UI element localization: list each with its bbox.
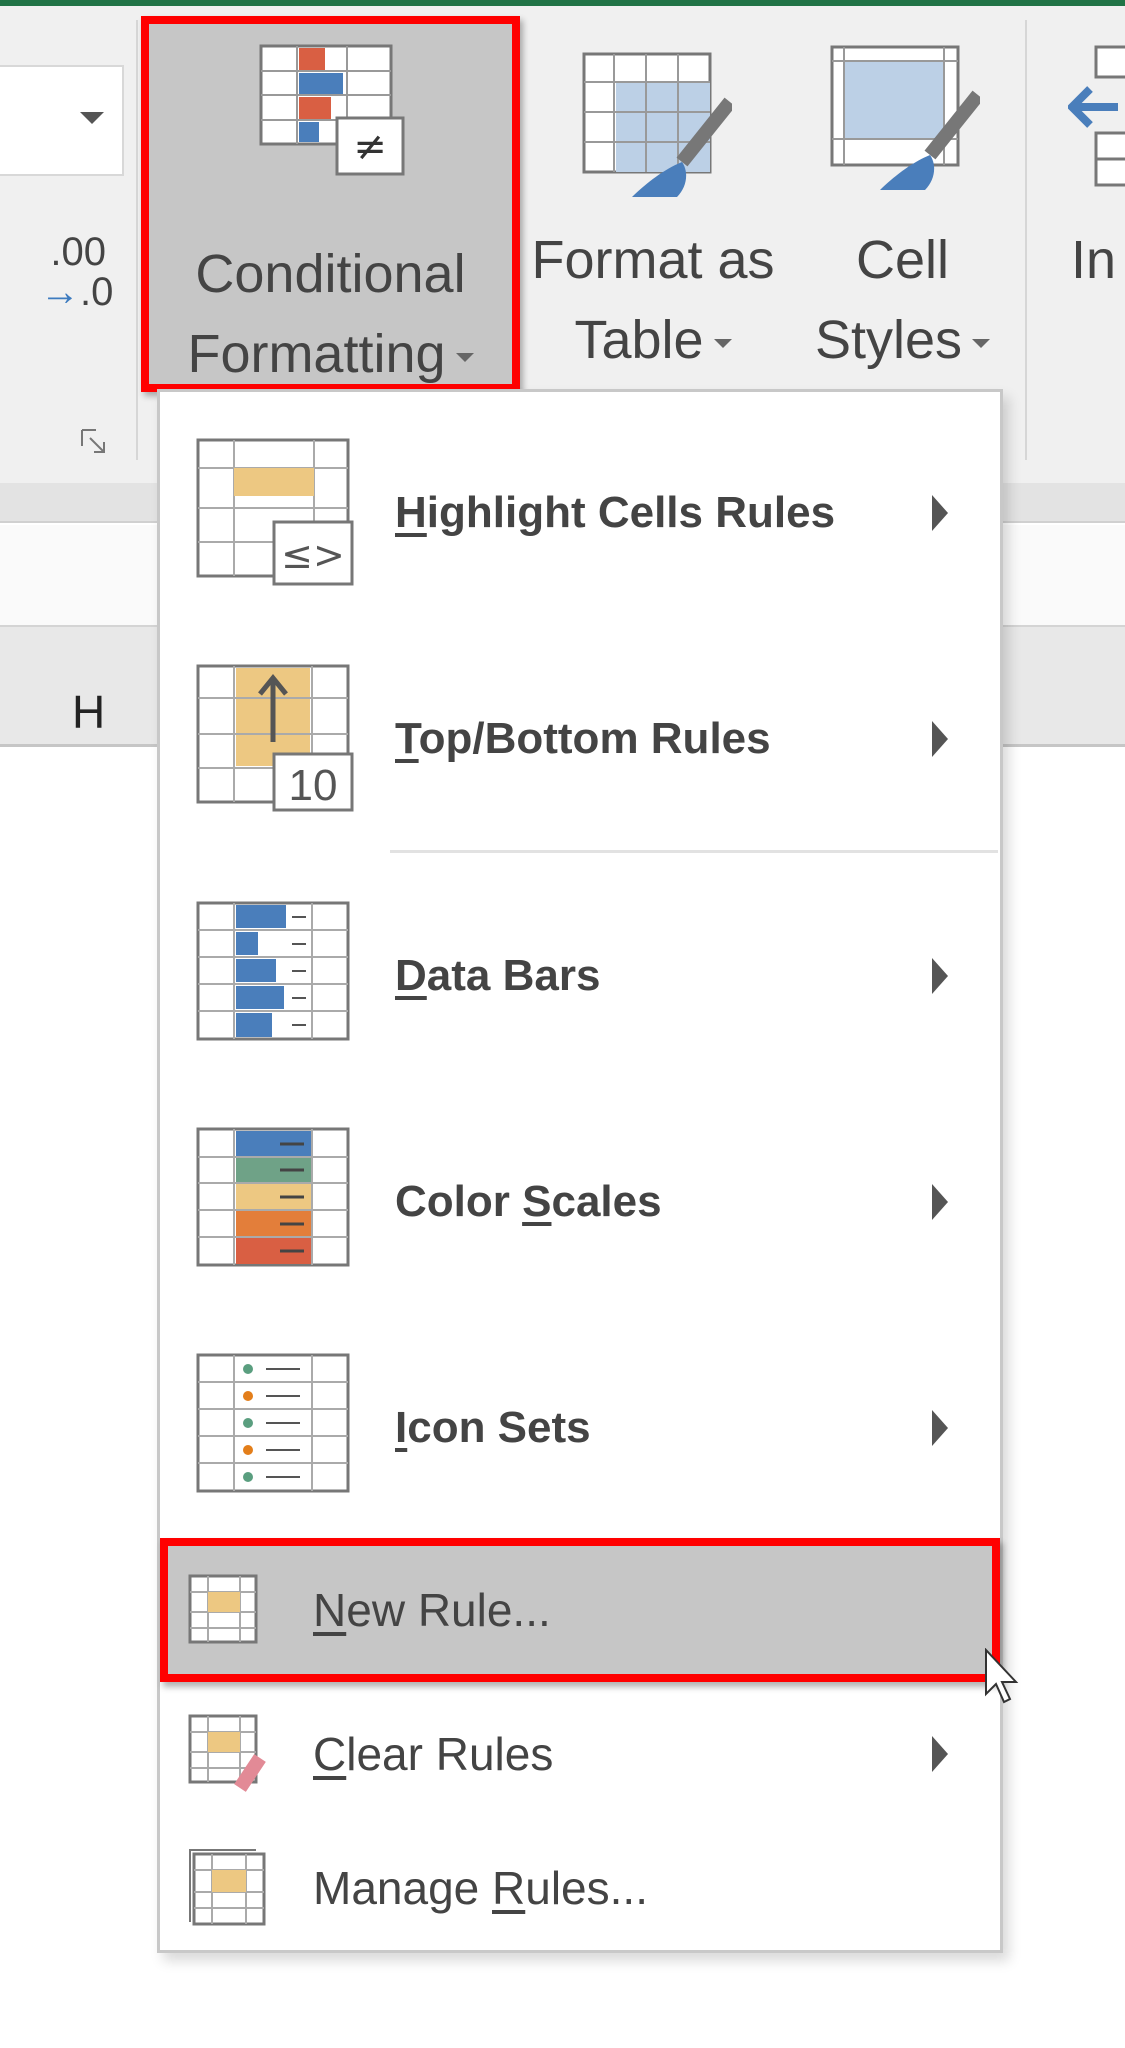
cell-styles-icon [830, 45, 980, 195]
ribbon-separator [1025, 20, 1027, 460]
conditional-formatting-button[interactable]: ≠ Conditional Formatting [141, 16, 520, 392]
format-as-table-line1: Format as [520, 220, 786, 300]
chevron-down-icon[interactable] [80, 112, 104, 124]
menu-item-color-scales[interactable]: Color Scales [160, 1102, 1000, 1302]
menu-item-label: New Rule... [313, 1583, 551, 1637]
top-bottom-icon: 10 [196, 664, 356, 814]
format-as-table-button[interactable]: Format as Table [520, 40, 786, 390]
menu-item-top-bottom-rules[interactable]: 10 Top/Bottom Rules [160, 639, 1000, 839]
conditional-formatting-icon: ≠ [259, 44, 409, 204]
decimal-bottom-text: .0 [80, 270, 113, 314]
menu-item-manage-rules[interactable]: Manage Rules... [160, 1788, 1000, 1988]
number-format-dropdown[interactable] [0, 65, 124, 176]
decrease-decimal-button[interactable]: .00 →.0 [40, 232, 106, 312]
format-as-table-icon [582, 52, 732, 202]
insert-label: In [1071, 220, 1116, 300]
clear-rules-icon [188, 1714, 268, 1794]
insert-button[interactable]: In [1050, 40, 1125, 390]
dialog-launcher-icon[interactable] [80, 428, 112, 458]
caret-down-icon [714, 339, 732, 348]
menu-item-data-bars[interactable]: Data Bars [160, 876, 1000, 1076]
cell-styles-line1: Cell [790, 220, 1015, 300]
top-bottom-badge-text: 10 [289, 761, 338, 810]
menu-item-label: Clear Rules [313, 1727, 553, 1781]
submenu-arrow-icon [932, 1184, 948, 1220]
caret-down-icon [456, 353, 474, 362]
submenu-arrow-icon [932, 958, 948, 994]
menu-item-label: Top/Bottom Rules [395, 714, 771, 764]
column-header-h[interactable]: H [72, 685, 105, 739]
format-as-table-line2: Table [574, 310, 703, 370]
icon-sets-icon [196, 1353, 356, 1503]
manage-rules-icon [188, 1848, 268, 1928]
submenu-arrow-icon [932, 495, 948, 531]
decimal-top-text: .00 [40, 232, 106, 272]
menu-item-highlight-cells-rules[interactable]: ≤> Highlight Cells Rules [160, 413, 1000, 613]
menu-item-label: Icon Sets [395, 1403, 591, 1453]
menu-item-label: Manage Rules... [313, 1861, 648, 1915]
mouse-cursor-icon [984, 1648, 1028, 1708]
menu-item-icon-sets[interactable]: Icon Sets [160, 1328, 1000, 1528]
caret-down-icon [972, 339, 990, 348]
cell-styles-line2: Styles [815, 310, 962, 370]
highlight-cells-icon: ≤> [196, 438, 356, 588]
submenu-arrow-icon [932, 1736, 948, 1772]
menu-item-label: Color Scales [395, 1177, 662, 1227]
ribbon-separator [136, 20, 138, 460]
color-scales-icon [196, 1127, 356, 1277]
menu-item-label: Data Bars [395, 951, 600, 1001]
submenu-arrow-icon [932, 1410, 948, 1446]
conditional-formatting-menu: ≤> Highlight Cells Rules 10 Top/Bottom R… [157, 389, 1003, 1953]
cf-label-line1: Conditional [149, 234, 512, 314]
cf-label-line2: Formatting [187, 324, 445, 384]
new-rule-icon [188, 1574, 260, 1646]
menu-item-label: Highlight Cells Rules [395, 488, 835, 538]
svg-text:≠: ≠ [353, 124, 387, 170]
menu-separator [390, 850, 998, 853]
arrow-right-icon: → [40, 270, 80, 314]
submenu-arrow-icon [932, 721, 948, 757]
data-bars-icon [196, 901, 356, 1051]
svg-text:≤>: ≤> [281, 533, 345, 577]
insert-cells-icon [1068, 45, 1125, 195]
cell-styles-button[interactable]: Cell Styles [790, 40, 1015, 390]
